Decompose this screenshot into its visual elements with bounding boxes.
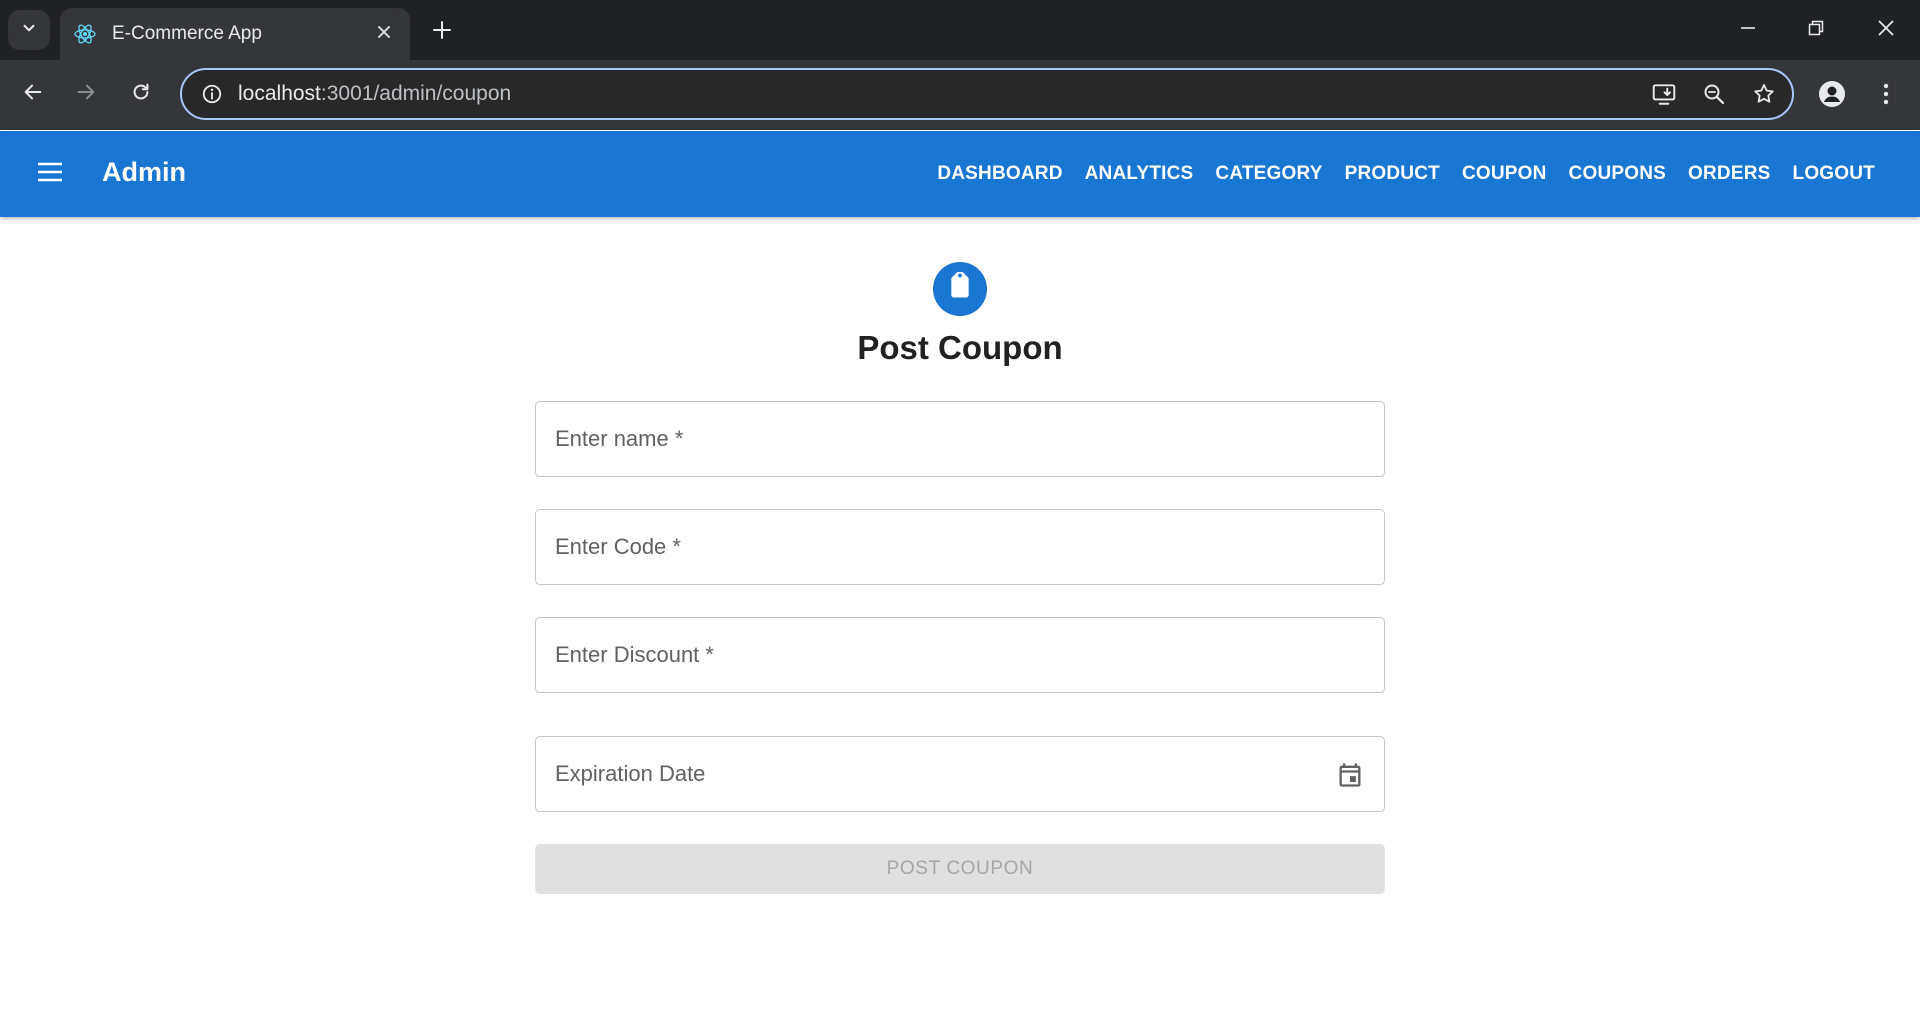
nav-coupons[interactable]: COUPONS [1558,155,1677,193]
calendar-icon[interactable] [1330,755,1370,795]
nav-coupon[interactable]: COUPON [1451,155,1558,193]
name-field-label: Enter name * [555,426,684,451]
tab-close-button[interactable] [370,20,398,48]
new-tab-button[interactable] [424,14,460,50]
site-info-icon[interactable] [186,70,238,118]
reload-button[interactable] [121,74,161,114]
zoom-icon[interactable] [1696,76,1732,112]
browser-tab-strip: E-Commerce App [0,0,1920,60]
browser-tab-active[interactable]: E-Commerce App [60,8,410,60]
hamburger-menu-icon [37,162,63,187]
drawer-menu-button[interactable] [28,152,72,196]
close-icon [377,25,391,44]
discount-field-label: Enter Discount * [555,642,714,667]
profile-button[interactable] [1812,76,1852,116]
bookmark-star-icon[interactable] [1746,76,1782,112]
tag-icon [945,269,975,307]
expiration-date-field[interactable]: Expiration Date [535,736,1385,812]
app-title: Admin [102,157,186,187]
url-host: localhost [238,82,321,105]
kebab-menu-icon [1883,83,1889,110]
url-path: :3001/admin/coupon [320,82,512,105]
install-app-icon[interactable] [1646,76,1682,112]
minimize-icon [1740,20,1756,41]
arrow-left-icon [22,81,44,108]
nav-analytics[interactable]: ANALYTICS [1074,155,1205,193]
coupon-avatar [933,262,987,316]
address-bar[interactable]: localhost:3001/admin/coupon [180,68,1794,120]
nav-category[interactable]: CATEGORY [1204,155,1333,193]
chevron-down-icon [20,19,38,42]
code-field-label: Enter Code * [555,534,681,559]
code-field[interactable]: Enter Code * [535,509,1385,585]
address-bar-actions [1646,70,1782,118]
avatar-icon [1818,80,1846,113]
plus-icon [432,20,452,45]
close-icon [1877,19,1895,42]
arrow-right-icon [75,81,97,108]
tab-title: E-Commerce App [112,23,262,44]
page-title: Post Coupon [857,329,1063,366]
close-window-button[interactable] [1852,0,1920,60]
post-coupon-button[interactable]: POST COUPON [535,844,1385,894]
url-text[interactable]: localhost:3001/admin/coupon [238,82,511,106]
react-logo-icon [72,21,98,47]
nav-product[interactable]: PRODUCT [1334,155,1451,193]
restore-window-button[interactable] [1782,0,1850,60]
nav-logout[interactable]: LOGOUT [1782,155,1886,193]
app-bar: Admin DASHBOARD ANALYTICS CATEGORY PRODU… [0,131,1920,217]
tab-search-button[interactable] [8,10,50,50]
expiration-date-label: Expiration Date [555,761,706,786]
nav-dashboard[interactable]: DASHBOARD [926,155,1073,193]
discount-field[interactable]: Enter Discount * [535,617,1385,693]
back-button[interactable] [13,74,53,114]
name-field[interactable]: Enter name * [535,401,1385,477]
minimize-window-button[interactable] [1714,0,1782,60]
post-coupon-page: Post Coupon Enter name * Enter Code * En… [0,217,1920,1017]
reload-icon [130,81,152,108]
restore-icon [1808,20,1824,41]
forward-button[interactable] [66,74,106,114]
nav-orders[interactable]: ORDERS [1677,155,1782,193]
browser-toolbar: localhost:3001/admin/coupon [0,60,1920,130]
browser-menu-button[interactable] [1866,76,1906,116]
admin-nav: DASHBOARD ANALYTICS CATEGORY PRODUCT COU… [926,131,1886,217]
